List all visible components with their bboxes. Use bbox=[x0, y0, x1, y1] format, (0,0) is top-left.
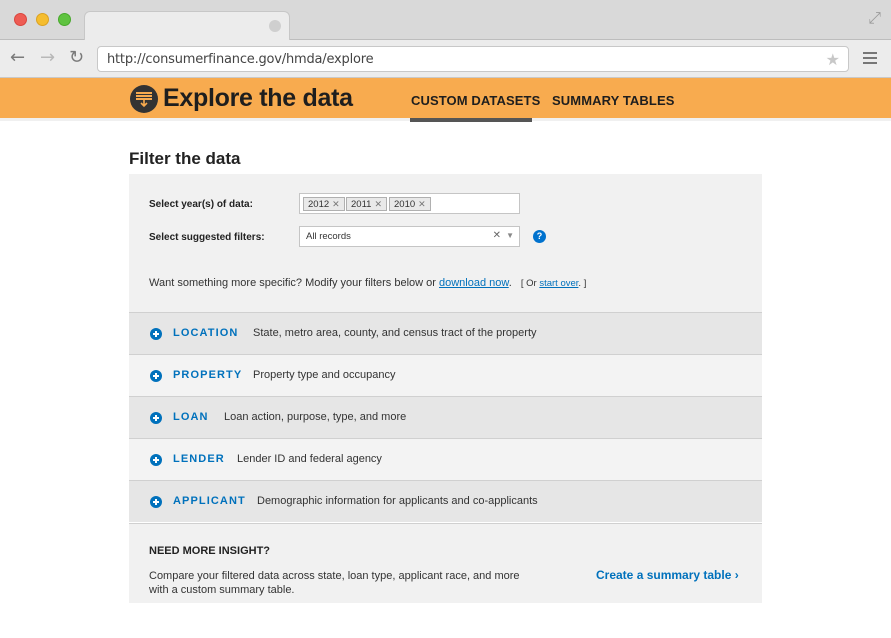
suggested-filters-value: All records bbox=[306, 231, 351, 242]
specific-suffix: . bbox=[508, 277, 512, 289]
insight-title: NEED MORE INSIGHT? bbox=[149, 545, 271, 557]
page-title: Filter the data bbox=[129, 149, 241, 168]
specific-prefix: Want something more specific? Modify you… bbox=[149, 277, 436, 289]
create-summary-table-link[interactable]: Create a summary table › bbox=[596, 568, 739, 582]
year-chip-label: 2012 bbox=[308, 199, 330, 210]
year-multiselect[interactable]: 2012 ✕ 2011 ✕ 2010 ✕ bbox=[299, 193, 520, 214]
plus-circle-icon[interactable] bbox=[150, 412, 162, 424]
accordion-loan[interactable]: LOAN Loan action, purpose, type, and mor… bbox=[129, 396, 762, 438]
download-now-link[interactable]: download now bbox=[439, 277, 509, 289]
tab-close-icon[interactable] bbox=[269, 20, 281, 32]
year-chip[interactable]: 2010 ✕ bbox=[389, 197, 431, 211]
or-end: . ] bbox=[578, 278, 587, 289]
or-text: [ Or bbox=[520, 278, 537, 289]
accordion-description: State, metro area, county, and census tr… bbox=[253, 327, 537, 339]
accordion-title[interactable]: APPLICANT bbox=[173, 495, 246, 507]
plus-circle-icon[interactable] bbox=[150, 370, 162, 382]
accordion-description: Lender ID and federal agency bbox=[237, 453, 382, 465]
forward-arrow-icon[interactable]: → bbox=[40, 48, 55, 68]
filter-panel: Select year(s) of data: 2012 ✕ 2011 ✕ 2010… bbox=[129, 174, 762, 312]
zoom-window-button[interactable] bbox=[58, 13, 71, 26]
start-over-note: [ Or start over. ] bbox=[521, 278, 586, 289]
year-chip-label: 2011 bbox=[351, 199, 372, 210]
minimize-window-button[interactable] bbox=[36, 13, 49, 26]
accordion-title[interactable]: LENDER bbox=[173, 453, 225, 465]
accordion-location[interactable]: LOCATION State, metro area, county, and … bbox=[129, 312, 762, 354]
plus-circle-icon[interactable] bbox=[150, 496, 162, 508]
insight-panel: NEED MORE INSIGHT? Compare your filtered… bbox=[129, 523, 762, 603]
plus-circle-icon[interactable] bbox=[150, 328, 162, 340]
clear-icon[interactable]: ✕ bbox=[493, 230, 501, 241]
expand-icon[interactable]: ⤢ bbox=[868, 8, 881, 28]
year-chip-label: 2010 bbox=[394, 199, 416, 210]
browser-toolbar: ← → ↻ http://consumerfinance.gov/hmda/ex… bbox=[0, 40, 891, 78]
accordion-lender[interactable]: LENDER Lender ID and federal agency bbox=[129, 438, 762, 480]
accordion-title[interactable]: PROPERTY bbox=[173, 369, 242, 381]
back-arrow-icon[interactable]: ← bbox=[10, 48, 25, 68]
menu-icon[interactable] bbox=[863, 52, 877, 64]
close-window-button[interactable] bbox=[14, 13, 27, 26]
accordion-description: Property type and occupancy bbox=[253, 369, 396, 381]
download-data-icon bbox=[130, 85, 158, 113]
accordion-title[interactable]: LOAN bbox=[173, 411, 209, 423]
reload-icon[interactable]: ↻ bbox=[69, 48, 84, 68]
star-icon[interactable]: ★ bbox=[826, 50, 840, 69]
accordion-property[interactable]: PROPERTY Property type and occupancy bbox=[129, 354, 762, 396]
filter-accordion: LOCATION State, metro area, county, and … bbox=[129, 312, 762, 522]
browser-tab[interactable] bbox=[84, 11, 290, 41]
year-chip[interactable]: 2011 ✕ bbox=[346, 197, 387, 211]
tab-summary-tables[interactable]: SUMMARY TABLES bbox=[552, 93, 675, 108]
year-label: Select year(s) of data: bbox=[149, 199, 253, 210]
accordion-description: Loan action, purpose, type, and more bbox=[224, 411, 407, 423]
browser-window: ⤢ ← → ↻ http://consumerfinance.gov/hmda/… bbox=[0, 0, 891, 638]
accordion-applicant[interactable]: APPLICANT Demographic information for ap… bbox=[129, 480, 762, 522]
tab-custom-datasets[interactable]: CUSTOM DATASETS bbox=[411, 93, 540, 108]
accordion-title[interactable]: LOCATION bbox=[173, 327, 238, 339]
suggested-filters-select[interactable]: All records ✕ ▼ bbox=[299, 226, 520, 247]
help-icon[interactable]: ? bbox=[533, 230, 546, 243]
remove-chip-icon[interactable]: ✕ bbox=[374, 199, 382, 209]
remove-chip-icon[interactable]: ✕ bbox=[418, 199, 426, 209]
insight-text: Compare your filtered data across state,… bbox=[149, 570, 520, 596]
site-header: Explore the data CUSTOM DATASETS SUMMARY… bbox=[0, 78, 891, 122]
active-tab-indicator bbox=[410, 118, 532, 122]
suggested-filters-label: Select suggested filters: bbox=[149, 232, 265, 243]
address-bar[interactable]: http://consumerfinance.gov/hmda/explore … bbox=[97, 46, 849, 72]
address-url: http://consumerfinance.gov/hmda/explore bbox=[107, 52, 374, 67]
specific-filters-note: Want something more specific? Modify you… bbox=[149, 277, 586, 289]
tab-bar: ⤢ bbox=[0, 0, 891, 41]
chevron-down-icon[interactable]: ▼ bbox=[506, 231, 514, 240]
year-chip[interactable]: 2012 ✕ bbox=[303, 197, 345, 211]
start-over-link[interactable]: start over bbox=[539, 278, 578, 289]
plus-circle-icon[interactable] bbox=[150, 454, 162, 466]
site-title: Explore the data bbox=[163, 84, 353, 112]
accordion-description: Demographic information for applicants a… bbox=[257, 495, 538, 507]
remove-chip-icon[interactable]: ✕ bbox=[332, 199, 340, 209]
